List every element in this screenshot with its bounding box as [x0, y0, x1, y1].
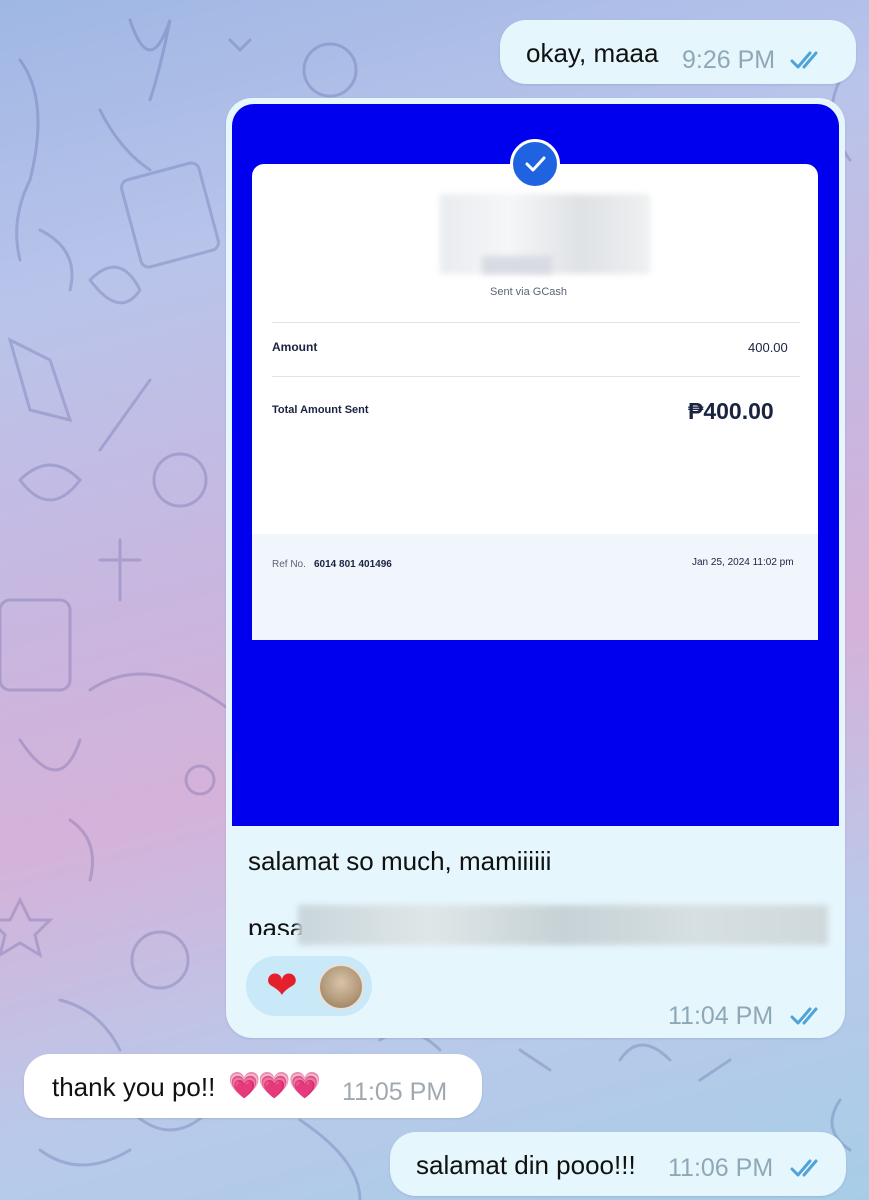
- total-amount-value: ₱400.00: [688, 398, 774, 424]
- read-ticks-icon: [790, 51, 818, 69]
- message-time: 11:04 PM: [668, 1002, 774, 1030]
- message-bubble-outgoing[interactable]: salamat din pooo!!! 11:06 PM: [390, 1132, 846, 1196]
- redacted-caption: [298, 905, 828, 945]
- redacted-number: [482, 256, 552, 274]
- message-time: 11:06 PM: [668, 1154, 774, 1182]
- reactor-avatar: [318, 964, 364, 1010]
- amount-label: Amount: [272, 340, 318, 354]
- success-check-icon: [510, 139, 560, 189]
- heart-reaction-icon[interactable]: ❤: [266, 966, 298, 1006]
- divider: [272, 376, 800, 377]
- total-amount-label: Total Amount Sent: [272, 404, 369, 416]
- photo-caption-second-line: pasa: [248, 913, 305, 935]
- receipt-photo[interactable]: Sent via GCash Amount 400.00 Total Amoun…: [232, 104, 839, 826]
- receipt-date: Jan 25, 2024 11:02 pm: [692, 557, 794, 568]
- amount-value: 400.00: [748, 340, 788, 355]
- message-time: 9:26 PM: [682, 46, 776, 74]
- sent-via-label: Sent via GCash: [490, 286, 568, 298]
- message-bubble-incoming[interactable]: thank you po!! 💗💗💗 11:05 PM: [24, 1054, 482, 1118]
- pink-hearts-emoji: 💗💗💗: [228, 1070, 321, 1100]
- receipt-footer: Ref No. 6014 801 401496 Jan 25, 2024 11:…: [252, 534, 818, 640]
- receipt-torn-edge: [252, 630, 818, 640]
- ref-label: Ref No.: [272, 559, 306, 570]
- photo-caption: salamat so much, mamiiiiii: [248, 846, 552, 876]
- gcash-receipt-card: Sent via GCash Amount 400.00 Total Amoun…: [252, 164, 818, 640]
- read-ticks-icon: [790, 1007, 818, 1025]
- message-text: okay, maaa: [526, 38, 659, 68]
- message-text: salamat din pooo!!!: [416, 1150, 636, 1180]
- message-text: thank you po!!: [52, 1072, 216, 1102]
- message-time: 11:05 PM: [342, 1078, 448, 1106]
- read-ticks-icon: [790, 1159, 818, 1177]
- message-bubble-outgoing[interactable]: okay, maaa 9:26 PM: [500, 20, 856, 84]
- message-reactions[interactable]: ❤: [246, 956, 372, 1016]
- divider: [272, 322, 800, 323]
- ref-number: 6014 801 401496: [314, 559, 392, 570]
